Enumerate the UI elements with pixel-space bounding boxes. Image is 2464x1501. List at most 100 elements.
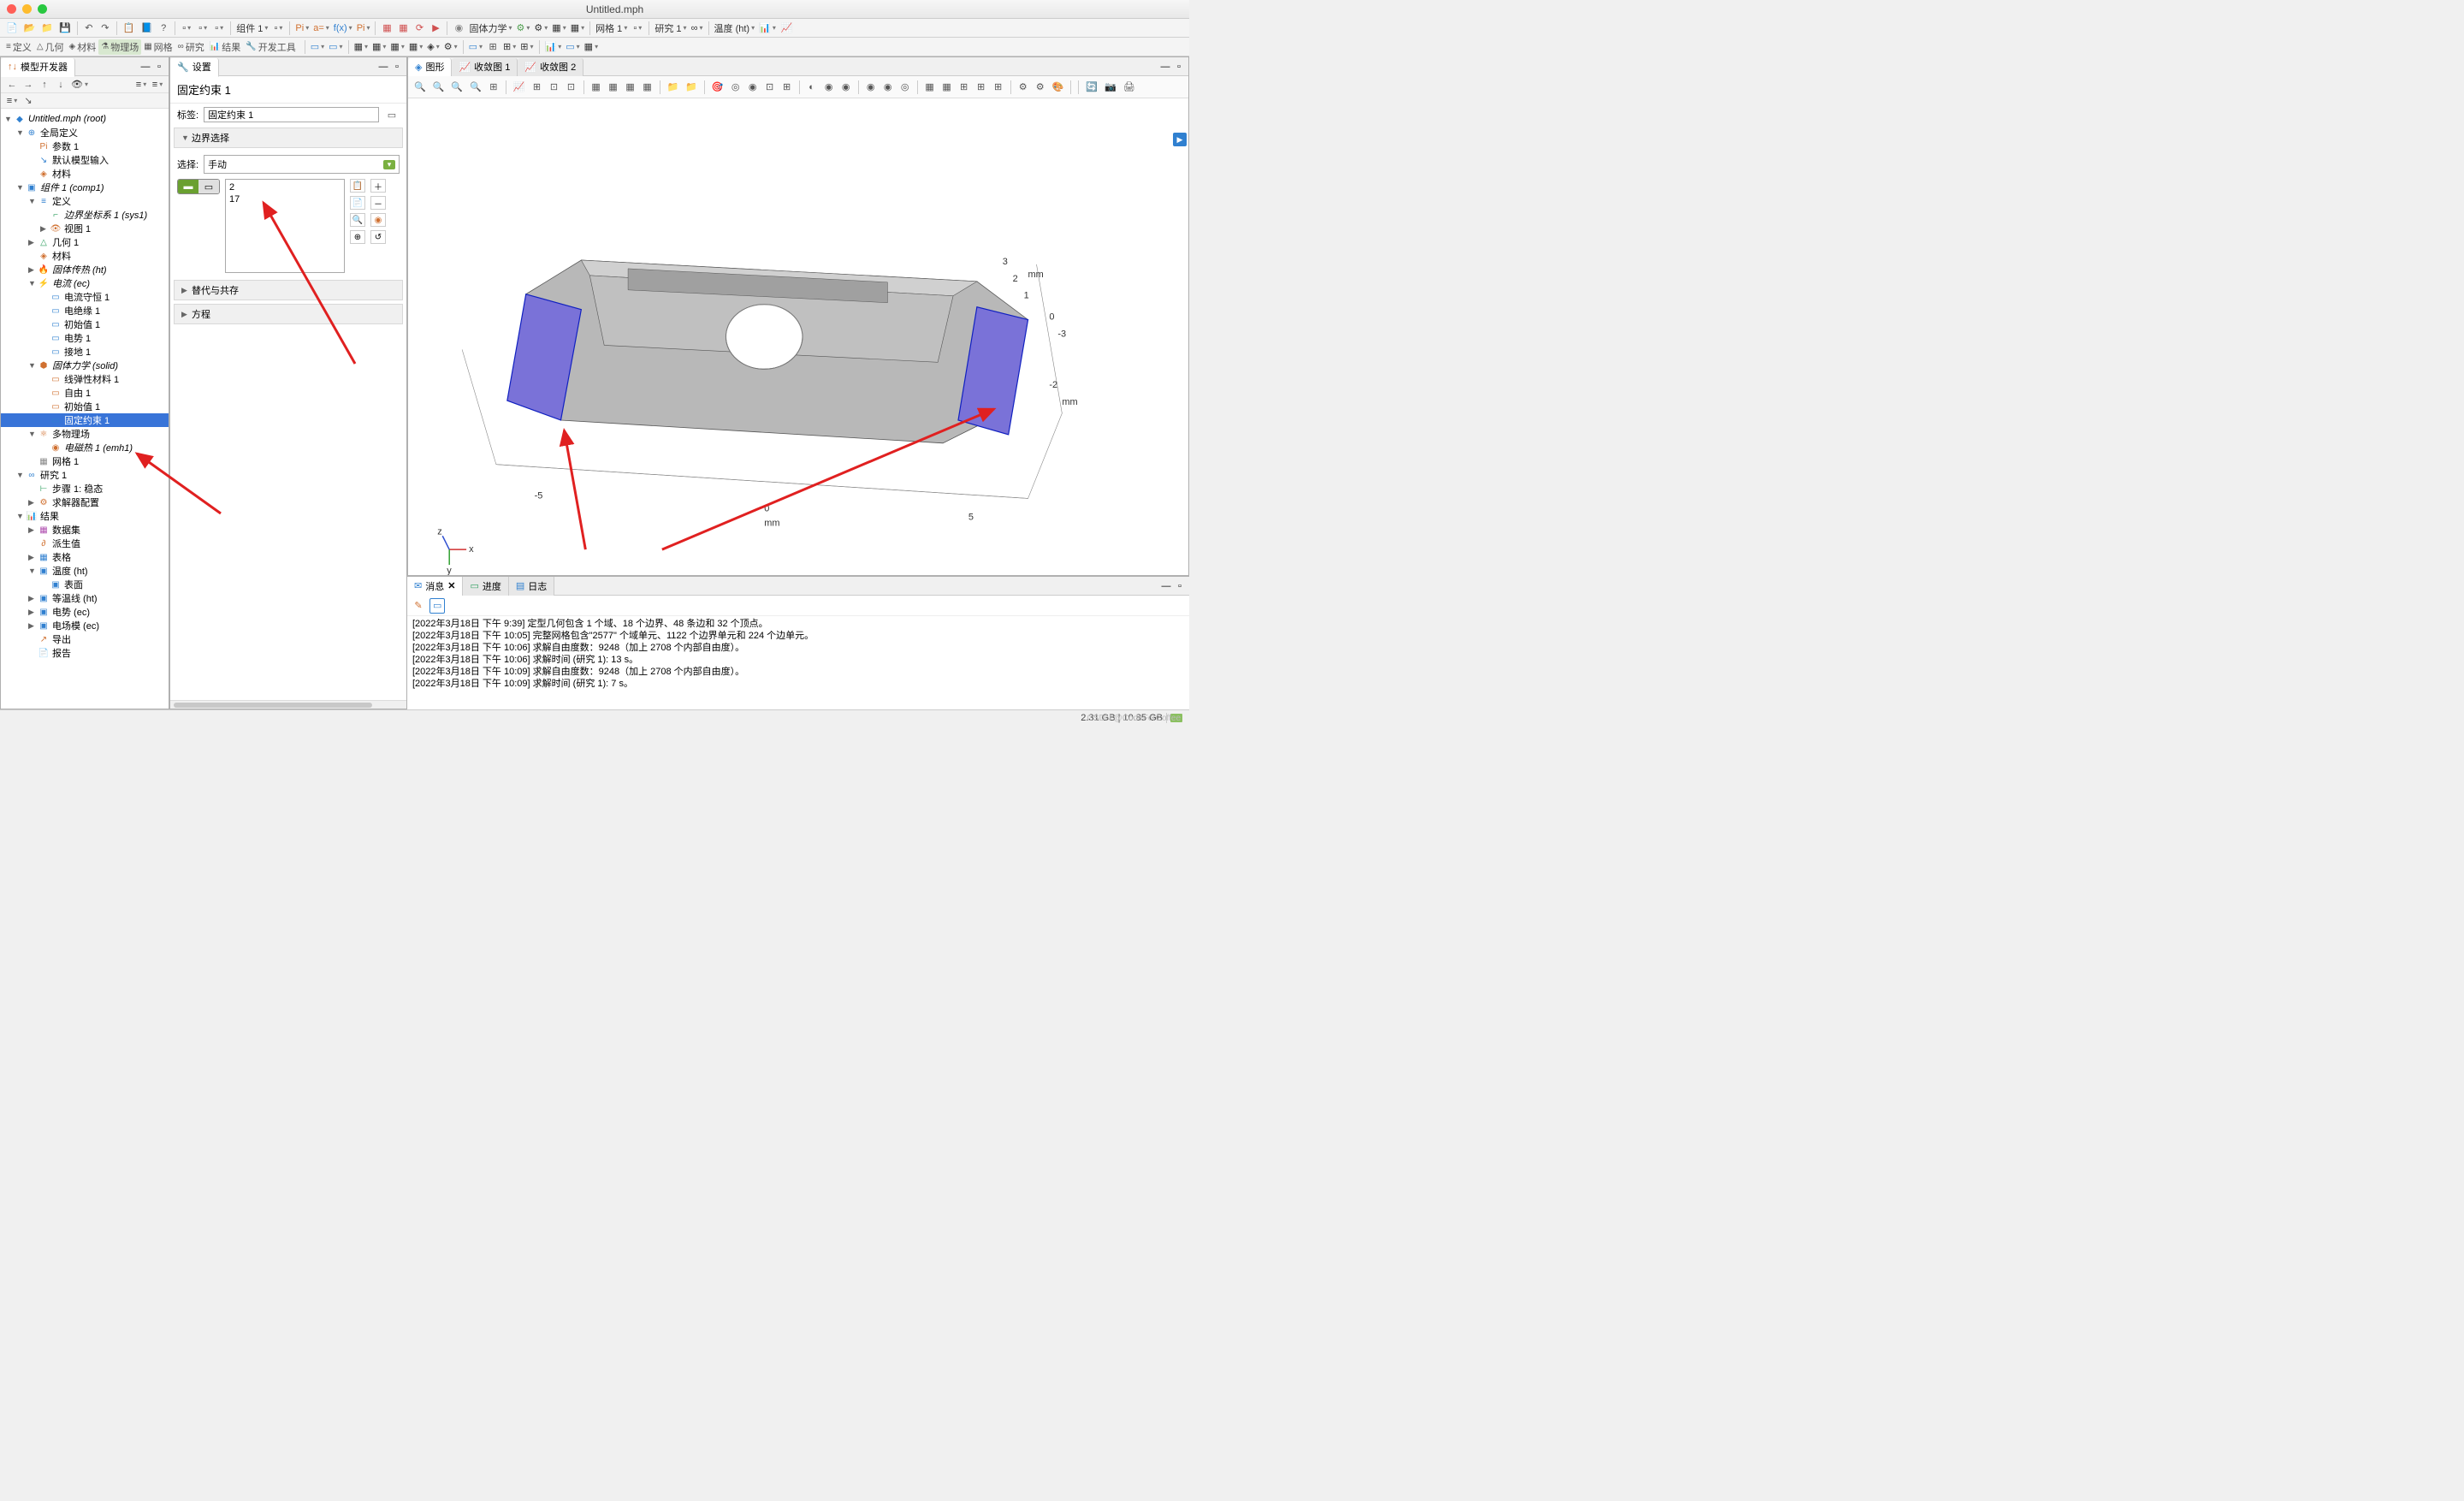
tree-node[interactable]: ▶🔥固体传热 (ht) [1, 263, 169, 276]
graphics-tool[interactable]: 📁 [683, 80, 700, 95]
tree-collapse[interactable]: ≡ [133, 77, 149, 92]
close-icon[interactable]: ✕ [447, 580, 455, 591]
ribbon-extra-13[interactable]: 📊 [543, 39, 564, 55]
graphics-tool[interactable]: ⊞ [974, 80, 989, 95]
selection-list[interactable]: 217 [225, 179, 345, 273]
graphics-tool[interactable]: ⊡ [564, 80, 579, 95]
tree-node[interactable]: ∂派生值 [1, 537, 169, 550]
ribbon-研究[interactable]: ∞研究 [175, 39, 207, 55]
graphics-tool[interactable]: ◎ [897, 80, 913, 95]
component-dropdown[interactable]: 组件 1 [234, 21, 270, 35]
refresh-button[interactable]: ⟳ [412, 21, 427, 36]
graphics-tool[interactable]: 📁 [665, 80, 682, 95]
physics-btn-4[interactable]: ▦ [569, 21, 586, 36]
graphics-tool[interactable]: ▦ [623, 80, 638, 95]
pi2-button[interactable]: Pi [355, 21, 372, 36]
tag-toggle-icon[interactable]: ▭ [384, 107, 400, 122]
component-add-button[interactable]: ▫ [270, 21, 286, 36]
graphics-tool[interactable]: 📈 [511, 80, 528, 95]
graphics-tool[interactable]: ▦ [922, 80, 938, 95]
minimize-icon[interactable]: — [1160, 580, 1172, 592]
tree-node[interactable]: ▼⬢固体力学 (solid) [1, 359, 169, 372]
messages-clear-icon[interactable]: ✎ [411, 598, 426, 614]
graphics-tool[interactable]: ⊡ [547, 80, 562, 95]
tree-node[interactable]: ▼∞研究 1 [1, 468, 169, 482]
node-dropdown-2[interactable]: ▫ [195, 21, 210, 36]
ribbon-extra-14[interactable]: ▭ [564, 39, 581, 55]
tree-nav-up[interactable]: ↑ [37, 77, 52, 92]
graphics-tool[interactable]: 🔍 [430, 80, 447, 95]
graphics-tool[interactable]: 📷 [1102, 80, 1119, 95]
tree-node[interactable]: ◈材料 [1, 249, 169, 263]
selection-item[interactable]: 2 [229, 181, 341, 193]
tree-node[interactable]: ▶△几何 1 [1, 235, 169, 249]
maximize-icon[interactable]: ▫ [153, 61, 165, 73]
tree-node[interactable]: ▶▦数据集 [1, 523, 169, 537]
graphics-tool[interactable]: ◉ [880, 80, 896, 95]
mesh-dropdown[interactable]: 网格 1 [594, 21, 629, 35]
graphics-tool[interactable]: 🔍 [448, 80, 465, 95]
tree-node[interactable]: ⌐边界坐标系 1 (sys1) [1, 208, 169, 222]
ribbon-extra-15[interactable]: ▦ [583, 39, 600, 55]
ribbon-extra-2[interactable]: ▭ [327, 39, 344, 55]
tree-node[interactable]: ▶▦表格 [1, 550, 169, 564]
result-dropdown[interactable]: 温度 (ht) [713, 21, 757, 35]
tree-node[interactable]: ▼≡定义 [1, 194, 169, 208]
tab-graphics[interactable]: ◈ 图形 [408, 58, 452, 77]
graphics-tool[interactable]: ⚙ [1033, 80, 1048, 95]
tree-show[interactable]: 👁 [69, 77, 90, 92]
graphics-side-toggle[interactable]: ▶ [1173, 133, 1187, 146]
selection-plot-icon[interactable]: ⊕ [350, 230, 365, 244]
tree-nav-down[interactable]: ↓ [53, 77, 68, 92]
physics-btn-1[interactable]: ⚙ [515, 21, 532, 36]
maximize-icon[interactable]: ▫ [1174, 580, 1186, 592]
maximize-icon[interactable]: ▫ [391, 61, 403, 73]
ribbon-定义[interactable]: ≡定义 [3, 39, 34, 55]
ribbon-extra-11[interactable]: ⊞ [501, 39, 518, 55]
maximize-icon[interactable]: ▫ [1173, 61, 1185, 73]
var-button[interactable]: a= [311, 21, 331, 36]
graphics-tool[interactable]: ▦ [640, 80, 655, 95]
tree-node[interactable]: ▭接地 1 [1, 345, 169, 359]
tree-node[interactable]: ▭自由 1 [1, 386, 169, 400]
minimize-window-button[interactable] [22, 4, 32, 14]
undo-button[interactable]: ↶ [81, 21, 97, 36]
physics-btn-3[interactable]: ▦ [550, 21, 567, 36]
help-button[interactable]: ? [156, 21, 171, 36]
tree-node[interactable]: ▼⚡电流 (ec) [1, 276, 169, 290]
tree-node[interactable]: ▼⚛多物理场 [1, 427, 169, 441]
tree-node[interactable]: ▭电势 1 [1, 331, 169, 345]
selection-zoom-icon[interactable]: 🔍 [350, 213, 365, 227]
fx-button[interactable]: f(x) [332, 21, 354, 36]
tree-node[interactable]: ▶▣电场模 (ec) [1, 619, 169, 632]
graphics-tool[interactable]: ⊡ [762, 80, 778, 95]
graphics-tool[interactable]: ⊞ [957, 80, 972, 95]
ribbon-extra-6[interactable]: ▦ [407, 39, 424, 55]
ribbon-物理场[interactable]: ⚗物理场 [98, 39, 141, 55]
tree-node[interactable]: ▼▣温度 (ht) [1, 564, 169, 578]
open-button[interactable]: 📂 [21, 21, 38, 36]
tree-node[interactable]: ▶👁视图 1 [1, 222, 169, 235]
graphics-tool[interactable]: ◉ [863, 80, 879, 95]
tree-node[interactable]: ▭初始值 1 [1, 400, 169, 413]
graphics-tool[interactable]: ⊞ [991, 80, 1006, 95]
tree-expand[interactable]: ≡ [150, 77, 165, 92]
tree-node[interactable]: ◈材料 [1, 167, 169, 181]
tree-node[interactable]: ▼▣组件 1 (comp1) [1, 181, 169, 194]
tree-node[interactable]: ▼⊕全局定义 [1, 126, 169, 139]
save-as-button[interactable]: 💾 [56, 21, 74, 36]
tab-progress[interactable]: ▭ 进度 [463, 577, 508, 596]
selection-clear-icon[interactable]: ↺ [370, 230, 386, 244]
graphics-tool[interactable]: ⊞ [779, 80, 795, 95]
close-window-button[interactable] [7, 4, 16, 14]
graphics-tool[interactable]: ▦ [589, 80, 604, 95]
tree-node[interactable]: ◉电磁热 1 (emh1) [1, 441, 169, 454]
selection-remove-icon[interactable]: － [370, 196, 386, 210]
tree-node[interactable]: ▼◆Untitled.mph (root) [1, 112, 169, 126]
override-section-header[interactable]: ▶替代与共存 [174, 280, 403, 300]
zoom-window-button[interactable] [38, 4, 47, 14]
ribbon-结果[interactable]: 📊结果 [207, 39, 243, 55]
graphics-tool[interactable]: ◉ [838, 80, 854, 95]
tab-convergence-1[interactable]: 📈 收敛图 1 [452, 58, 518, 77]
ribbon-extra-10[interactable]: ⊞ [485, 39, 500, 55]
